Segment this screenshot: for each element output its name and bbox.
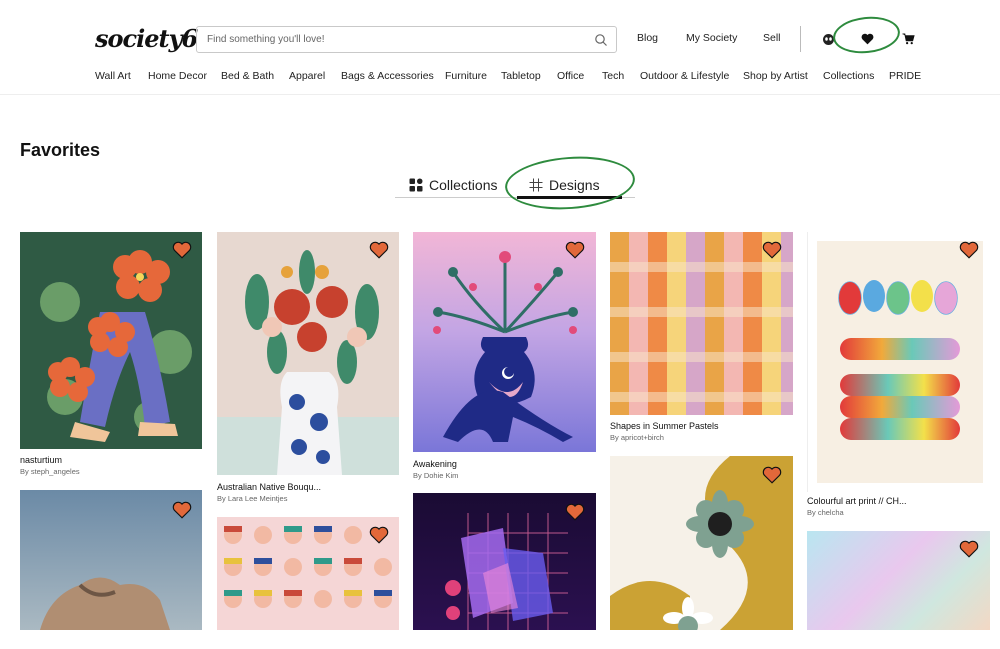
search-input[interactable] — [197, 27, 577, 52]
product-card-nasturtium[interactable]: nasturtium By steph_angeles — [20, 232, 202, 482]
product-image[interactable] — [413, 232, 596, 452]
product-card-crystal-grid[interactable] — [413, 493, 596, 630]
product-card-retro-flowers[interactable] — [610, 456, 793, 630]
nav-collections[interactable]: Collections — [823, 70, 874, 82]
nav-wall-art[interactable]: Wall Art — [95, 70, 131, 82]
cart-icon[interactable] — [900, 31, 916, 47]
product-card-awakening[interactable]: Awakening By Dohie Kim — [413, 232, 596, 482]
product-artist[interactable]: By Dohie Kim — [413, 471, 458, 480]
product-image[interactable] — [217, 232, 399, 475]
nav-shop-by-artist[interactable]: Shop by Artist — [743, 70, 808, 82]
product-card-colourful-art-print[interactable]: Colourful art print // CH... By chelcha — [807, 232, 990, 522]
nav-outdoor-lifestyle[interactable]: Outdoor & Lifestyle — [640, 70, 729, 82]
product-artist[interactable]: By apricot+birch — [610, 433, 664, 442]
favorite-heart-icon[interactable] — [565, 241, 585, 259]
nav-office[interactable]: Office — [557, 70, 584, 82]
nav-pride[interactable]: PRIDE — [889, 70, 921, 82]
favorite-heart-icon[interactable] — [959, 540, 979, 558]
nav-bags-accessories[interactable]: Bags & Accessories — [341, 70, 434, 82]
product-artist[interactable]: By steph_angeles — [20, 467, 80, 476]
site-header: society6 Blog My Society Sell Wall Art H… — [0, 0, 1000, 95]
product-image[interactable] — [610, 232, 793, 415]
nav-apparel[interactable]: Apparel — [289, 70, 325, 82]
blog-link[interactable]: Blog — [637, 32, 658, 44]
product-image[interactable] — [807, 232, 990, 492]
annotation-circle-heart — [831, 13, 902, 57]
product-card-faces-pattern[interactable] — [217, 517, 399, 630]
sell-link[interactable]: Sell — [763, 32, 781, 44]
product-title[interactable]: Australian Native Bouqu... — [217, 482, 321, 492]
my-society-link[interactable]: My Society — [686, 32, 737, 44]
favorite-heart-icon[interactable] — [762, 466, 782, 484]
nav-tabletop[interactable]: Tabletop — [501, 70, 541, 82]
product-title[interactable]: nasturtium — [20, 455, 62, 465]
nav-home-decor[interactable]: Home Decor — [148, 70, 207, 82]
favorite-heart-icon[interactable] — [565, 503, 585, 521]
header-divider — [800, 26, 801, 52]
favorite-heart-icon[interactable] — [369, 526, 389, 544]
page-title: Favorites — [20, 140, 101, 160]
tab-collections[interactable]: Collections — [409, 172, 497, 198]
product-title[interactable]: Awakening — [413, 459, 457, 469]
search-bar — [196, 26, 617, 53]
favorite-heart-icon[interactable] — [172, 241, 192, 259]
product-title[interactable]: Shapes in Summer Pastels — [610, 421, 719, 431]
product-artist[interactable]: By chelcha — [807, 508, 844, 517]
product-title[interactable]: Colourful art print // CH... — [807, 496, 907, 506]
product-card-australian-native-bouquet[interactable]: Australian Native Bouqu... By Lara Lee M… — [217, 232, 399, 507]
product-card-shapes-summer-pastels[interactable]: Shapes in Summer Pastels By apricot+birc… — [610, 232, 793, 444]
product-artist[interactable]: By Lara Lee Meintjes — [217, 494, 287, 503]
annotation-circle-designs — [503, 152, 637, 214]
nav-tech[interactable]: Tech — [602, 70, 624, 82]
tab-collections-label: Collections — [429, 177, 498, 193]
favorite-heart-icon[interactable] — [369, 241, 389, 259]
site-logo[interactable]: society6 — [95, 24, 198, 53]
product-card-desert-rock[interactable] — [20, 490, 202, 630]
product-image[interactable] — [20, 232, 202, 449]
grid-icon — [409, 178, 423, 192]
nav-bed-bath[interactable]: Bed & Bath — [221, 70, 274, 82]
favorite-heart-icon[interactable] — [762, 241, 782, 259]
search-icon[interactable] — [594, 33, 608, 47]
product-card-pastel-gradient[interactable] — [807, 531, 990, 630]
nav-furniture[interactable]: Furniture — [445, 70, 487, 82]
favorite-heart-icon[interactable] — [172, 501, 192, 519]
favorite-heart-icon[interactable] — [959, 241, 979, 259]
